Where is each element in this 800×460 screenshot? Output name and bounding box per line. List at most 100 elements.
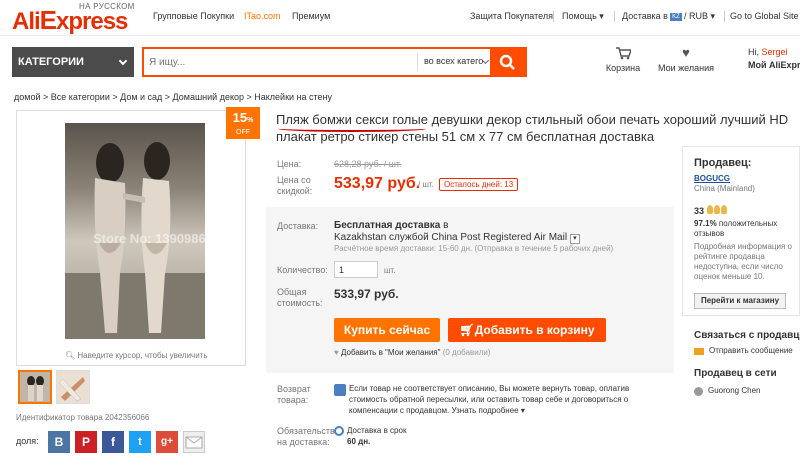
header: КАТЕГОРИИ во всех катего Корзина ♥ Мои ж… (0, 42, 800, 82)
facebook-share-icon[interactable]: f (102, 431, 124, 453)
quantity-label: Количество: (277, 265, 328, 275)
visit-store-button[interactable]: Перейти к магазину (694, 293, 786, 309)
price-label: Цена: (277, 159, 302, 169)
add-to-cart-button[interactable]: 🛒︎Добавить в корзину (448, 318, 606, 342)
seller-info: Подробная информация о рейтинге продавца… (694, 242, 792, 282)
returns-label-2: товара: (277, 395, 309, 405)
breadcrumb[interactable]: домой > Все категории > Дом и сад > Дома… (14, 92, 332, 102)
global-site-link[interactable]: Go to Global Site (E (730, 11, 800, 21)
seller-name-link[interactable]: BOGUCG (694, 174, 730, 183)
search-input[interactable] (144, 49, 414, 75)
shipping-in: в (440, 220, 449, 231)
thumbnail-image (20, 372, 50, 402)
username: Sergei (761, 47, 788, 57)
chevron-down-icon: ▾ (710, 11, 715, 21)
discount-price-label-1: Цена со (277, 175, 311, 185)
thumbnail-1[interactable] (18, 370, 52, 404)
add-to-wishlist-link[interactable]: ♥ Добавить в "Мои желания" (0 добавили) (334, 348, 491, 357)
my-aliexpress-label: Мой AliExpress (748, 60, 800, 70)
medal-icons (706, 205, 728, 216)
logo-e: E (39, 5, 57, 35)
total-label: Общая стоимость: (277, 287, 323, 309)
logo-part-ali: Ali (12, 8, 41, 35)
itao-link[interactable]: ITao.com (244, 11, 281, 21)
delivery-guarantee-label-1: Обязательств (277, 426, 335, 436)
delivery-guarantee: Доставка в срок 60 дн. (347, 425, 406, 447)
wishlist-count: (0 добавили) (442, 348, 491, 357)
categories-button[interactable]: КАТЕГОРИИ (12, 47, 134, 77)
contact-seller-heading: Связаться с продавцом (694, 330, 800, 341)
seller-info-line: оценок меньше 10. (694, 272, 765, 281)
delivery-currency-menu[interactable]: Доставка в KZ / RUB ▾ (622, 11, 715, 22)
divider (553, 11, 554, 22)
magnifier-icon: 🔍︎ (65, 351, 76, 360)
total-price: 533,97 руб. (334, 287, 399, 301)
product-title-highlight: Пляж бомжи секси голые (276, 112, 428, 127)
search-category-select[interactable]: во всех катего (417, 53, 492, 71)
cart-icon: 🛒︎ (459, 323, 475, 337)
store-watermark: Store No: 1390986 (93, 231, 205, 246)
chevron-down-icon: ▾ (599, 11, 604, 21)
shipping-dropdown-icon[interactable]: ▾ (569, 234, 580, 244)
aliexpress-logo[interactable]: AliExpress (12, 5, 128, 35)
divider (614, 11, 615, 22)
offline-status-icon (694, 387, 703, 396)
price-unit: / шт. (418, 180, 434, 189)
top-bar: НА РУССКОМ AliExpress Групповые Покупки … (0, 0, 800, 36)
return-icon (334, 384, 346, 396)
search-button[interactable] (490, 49, 525, 75)
seller-contact-name[interactable]: Guorong Chen (708, 386, 760, 395)
divider (724, 11, 725, 22)
heart-icon: ♥ (682, 45, 690, 60)
returns-text: Если товар не соответствует описанию, Вы… (349, 383, 649, 416)
wishlist-link[interactable]: ♥ Мои желания (656, 45, 716, 74)
product-id: Идентификатор товара 2042356066 (16, 413, 150, 422)
add-to-cart-label: Добавить в корзину (474, 323, 595, 337)
total-label-2: стоимость: (277, 298, 323, 308)
account-menu[interactable]: Hi, Sergei Мой AliExpress (748, 46, 800, 72)
vk-share-icon[interactable]: B (48, 431, 70, 453)
feedback-percent: 97.1% (694, 219, 717, 228)
delivery-guarantee-line1: Доставка в срок (347, 426, 407, 435)
chevron-down-icon (118, 56, 128, 66)
buyer-protection-link[interactable]: Защита Покупателя (470, 11, 553, 21)
discount-price-label-2: скидкой: (277, 186, 313, 196)
cart-icon (616, 47, 631, 60)
returns-label-1: Возврат (277, 384, 311, 394)
cart-label: Корзина (605, 63, 641, 73)
seller-score-value: 33 (694, 206, 705, 216)
wishlist-label: Мои желания (658, 63, 714, 73)
kazakhstan-flag-icon: KZ (669, 12, 682, 21)
delivery-estimate: Расчётное время доставки: 15-60 дн. (Отп… (334, 244, 614, 253)
main-product-image[interactable]: Store No: 1390986 🔍︎ Наведите курсор, чт… (16, 110, 246, 366)
premium-link[interactable]: Премиум (292, 11, 330, 21)
thumbnail-2[interactable] (56, 370, 90, 404)
send-message-link[interactable]: Отправить сообщение (709, 346, 793, 355)
group-buy-link[interactable]: Групповые Покупки (153, 11, 234, 21)
help-menu[interactable]: Помощь ▾ (562, 11, 604, 22)
seller-info-line: недоступна, если число (694, 262, 783, 271)
message-icon (694, 348, 704, 355)
delivery-label: Доставка в (622, 11, 668, 21)
logo-part-xpress: xpress (56, 8, 128, 35)
pinterest-share-icon[interactable]: P (75, 431, 97, 453)
twitter-share-icon[interactable]: t (129, 431, 151, 453)
feedback-text: положительных (718, 219, 778, 228)
google-plus-share-icon[interactable]: g+ (156, 431, 178, 453)
seller-online-heading: Продавец в сети (694, 368, 777, 379)
returns-more-link[interactable]: Узнать подробнее (451, 406, 518, 415)
cart-link[interactable]: Корзина (593, 46, 653, 73)
envelope-icon (185, 436, 203, 449)
email-share-icon[interactable] (183, 431, 205, 453)
discount-price: 533,97 руб. (334, 175, 421, 192)
discount-off: OFF (236, 129, 250, 136)
zoom-hint: 🔍︎ Наведите курсор, чтобы увеличить (65, 351, 208, 360)
delivery-guarantee-label-2: на доставка: (277, 437, 330, 447)
discount-badge: 15% OFF (226, 107, 260, 139)
currency-label: / RUB (683, 11, 708, 21)
shipping-label: Доставка: (277, 221, 319, 231)
buy-now-button[interactable]: Купить сейчас (334, 318, 440, 342)
discount-price-label: Цена со скидкой: (277, 175, 312, 197)
quantity-input[interactable] (334, 261, 378, 278)
product-photo: Store No: 1390986 (65, 123, 205, 339)
